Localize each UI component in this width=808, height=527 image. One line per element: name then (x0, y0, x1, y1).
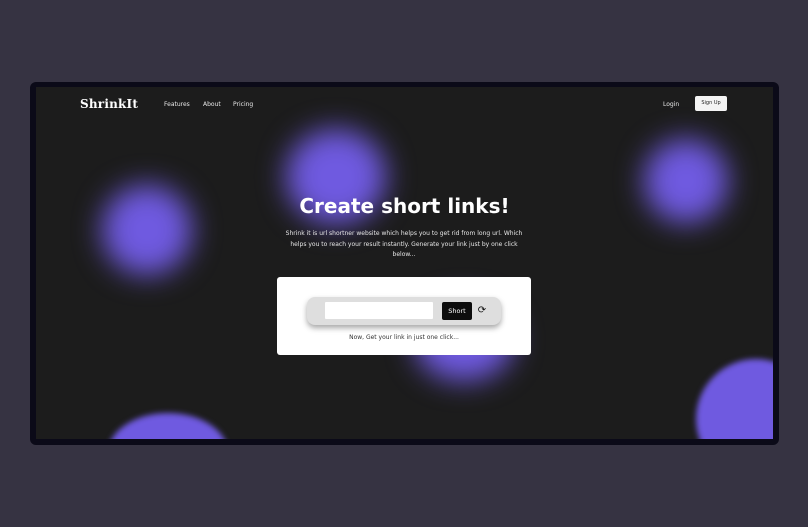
nav-link-features[interactable]: Features (164, 101, 190, 108)
nav-link-pricing[interactable]: Pricing (233, 101, 253, 108)
website-viewport: ShrinkIt Features About Pricing Login Si… (36, 87, 773, 439)
refresh-icon[interactable]: ⟳ (475, 302, 489, 320)
url-form: Short ⟳ (307, 297, 501, 325)
decorative-blob (696, 359, 773, 439)
browser-frame: ShrinkIt Features About Pricing Login Si… (30, 82, 779, 445)
login-link[interactable]: Login (663, 101, 679, 108)
brand-logo[interactable]: ShrinkIt (80, 97, 138, 111)
nav-link-about[interactable]: About (203, 101, 221, 108)
decorative-blob (108, 413, 228, 439)
signup-button[interactable]: Sign Up (695, 96, 727, 111)
url-input[interactable] (325, 302, 433, 319)
short-button[interactable]: Short (442, 302, 472, 320)
hero-description: Shrink it is url shortner website which … (285, 230, 523, 258)
shortener-card: Short ⟳ Now, Get your link in just one c… (277, 277, 531, 355)
hero-title: Create short links! (299, 194, 510, 218)
shortener-note: Now, Get your link in just one click... (349, 334, 459, 341)
top-navbar: ShrinkIt Features About Pricing Login Si… (36, 87, 773, 127)
